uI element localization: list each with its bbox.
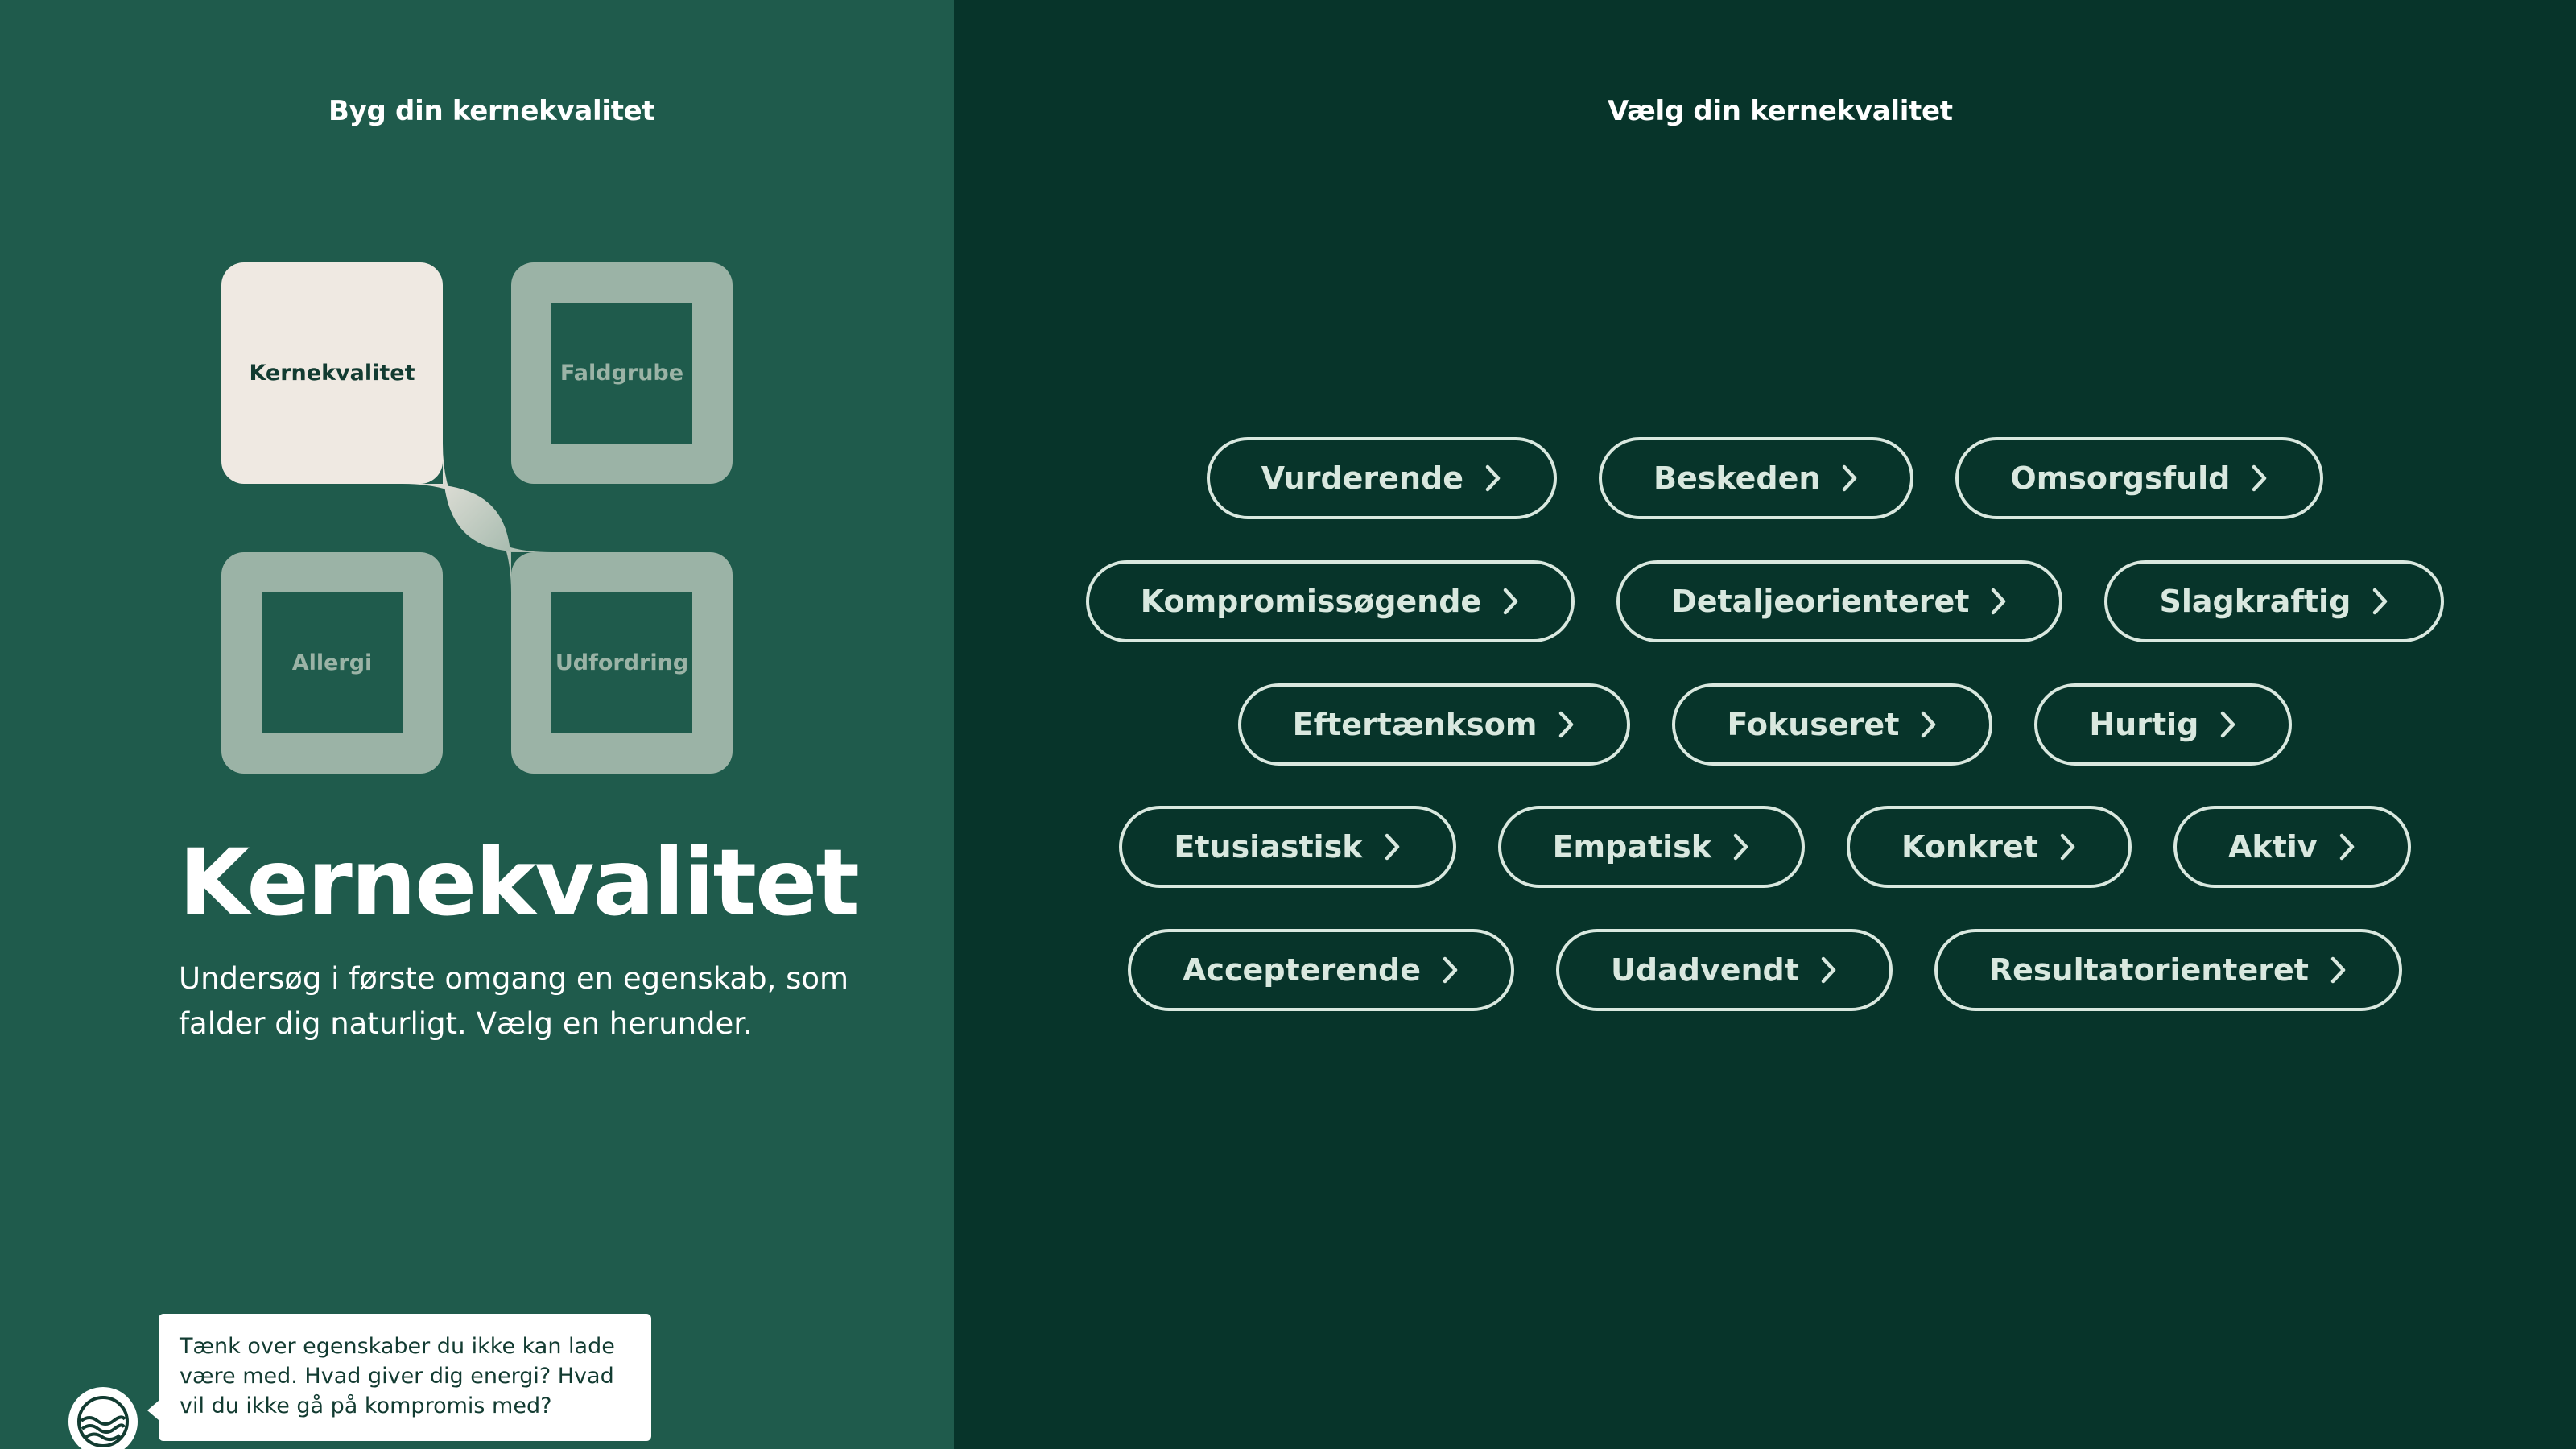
quality-chip-label: Beskeden — [1653, 460, 1821, 496]
quality-chip-label: Slagkraftig — [2159, 584, 2351, 619]
diagram-tile-label: Udfordring — [555, 650, 689, 675]
quality-chip-button[interactable]: Hurtig — [2034, 683, 2293, 766]
diagram-tile-pitfall: Faldgrube — [511, 262, 733, 484]
quality-chip-button[interactable]: Empatisk — [1497, 806, 1806, 888]
chevron-right-icon — [1443, 956, 1458, 984]
diagram-tile-allergy: Allergi — [221, 552, 443, 774]
chevron-right-icon — [1385, 833, 1399, 861]
quality-chip-label: Vurderende — [1261, 460, 1463, 496]
chip-row: Kompromissøgende Detaljeorienteret Slagkra… — [954, 560, 2576, 642]
diagram-tile-core-quality: Kernekvalitet — [221, 262, 443, 484]
quality-chip-label: Empatisk — [1552, 829, 1712, 865]
chip-row: Eftertænksom Fokuseret Hurtig — [954, 683, 2576, 766]
page-description: Undersøg i første omgang en egenskab, so… — [179, 961, 849, 1041]
quality-chip-label: Eftertænksom — [1292, 707, 1538, 742]
quality-chip-label: Detaljeorienteret — [1671, 584, 1970, 619]
chevron-right-icon — [1485, 464, 1501, 492]
chip-row: Vurderende Beskeden Omsorgsfuld — [954, 437, 2576, 519]
diagram-tile-label: Kernekvalitet — [249, 361, 415, 386]
quality-chip-button[interactable]: Vurderende — [1206, 437, 1557, 519]
right-panel: Vælg din kernekvalitet Vurderende Beskede… — [954, 0, 2576, 1449]
quality-chip-button[interactable]: Fokuseret — [1672, 683, 1993, 766]
page-title: Kernekvalitet — [179, 829, 860, 936]
diagram-tile-label: Faldgrube — [559, 361, 684, 386]
chevron-right-icon — [2339, 833, 2354, 861]
right-panel-heading: Vælg din kernekvalitet — [1608, 95, 1953, 127]
quality-chip-button[interactable]: Slagkraftig — [2104, 560, 2445, 642]
left-panel: Byg din kernekvalitet Kernekvalitet Fald… — [0, 0, 954, 1449]
quality-chip-label: Etusiastisk — [1174, 829, 1363, 865]
quality-chip-label: Hurtig — [2089, 707, 2199, 742]
quality-chip-button[interactable]: Konkret — [1847, 806, 2132, 888]
quality-chip-button[interactable]: Aktiv — [2173, 806, 2411, 888]
quality-chip-button[interactable]: Etusiastisk — [1119, 806, 1456, 888]
quality-chip-label: Omsorgsfuld — [2010, 460, 2231, 496]
quality-chip-label: Konkret — [1901, 829, 2038, 865]
quality-chip-label: Aktiv — [2227, 829, 2318, 865]
quality-chip-button[interactable]: Resultatorienteret — [1934, 929, 2402, 1011]
chevron-right-icon — [1559, 711, 1574, 738]
chevron-right-icon — [2330, 956, 2346, 984]
chevron-right-icon — [2060, 833, 2075, 861]
quality-chip-button[interactable]: Omsorgsfuld — [1955, 437, 2324, 519]
quality-chip-button[interactable]: Kompromissøgende — [1085, 560, 1575, 642]
quality-chip-label: Udadvendt — [1611, 952, 1799, 988]
diagram-tile-label: Allergi — [291, 650, 373, 675]
tip-bubble: Tænk over egenskaber du ikke kan lade væ… — [147, 1314, 651, 1441]
quality-chip-button[interactable]: Detaljeorienteret — [1616, 560, 2063, 642]
chip-row: Accepterende Udadvendt Resultatorienteret — [954, 929, 2576, 1011]
quality-chip-label: Accepterende — [1183, 952, 1422, 988]
assistant-avatar[interactable] — [66, 1385, 140, 1449]
chevron-right-icon — [2252, 464, 2267, 492]
core-quality-diagram: Kernekvalitet Faldgrube Allergi Udfordri… — [221, 262, 733, 774]
chevron-right-icon — [1733, 833, 1748, 861]
waves-logo-icon — [77, 1396, 129, 1447]
quality-chip-button[interactable]: Accepterende — [1128, 929, 1515, 1011]
quality-chip-button[interactable]: Udadvendt — [1556, 929, 1893, 1011]
chevron-right-icon — [2373, 588, 2388, 615]
chevron-right-icon — [1503, 588, 1518, 615]
chevron-right-icon — [1992, 588, 2006, 615]
quality-chip-button[interactable]: Eftertænksom — [1237, 683, 1631, 766]
quality-chip-button[interactable]: Beskeden — [1598, 437, 1914, 519]
chevron-right-icon — [2221, 711, 2235, 738]
diagram-tile-challenge: Udfordring — [511, 552, 733, 774]
left-panel-heading: Byg din kernekvalitet — [328, 95, 655, 127]
chevron-right-icon — [1821, 956, 1836, 984]
quality-chip-label: Fokuseret — [1727, 707, 1900, 742]
chevron-right-icon — [1922, 711, 1936, 738]
quality-chip-label: Kompromissøgende — [1140, 584, 1482, 619]
chip-row: Etusiastisk Empatisk Konkret Aktiv — [954, 806, 2576, 888]
quality-chip-label: Resultatorienteret — [1988, 952, 2309, 988]
chevron-right-icon — [1843, 464, 1857, 492]
